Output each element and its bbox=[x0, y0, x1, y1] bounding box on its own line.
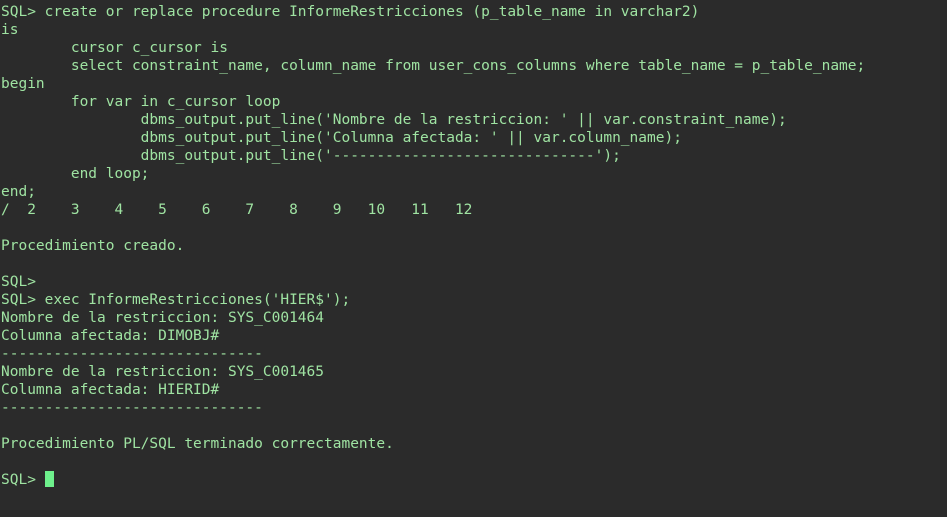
terminal-line-23: ------------------------------ bbox=[1, 400, 263, 416]
terminal-line-20: ------------------------------ bbox=[1, 346, 263, 362]
terminal-line-10: end loop; bbox=[1, 166, 150, 182]
terminal-line-7: dbms_output.put_line('Nombre de la restr… bbox=[1, 112, 787, 128]
terminal-line-24 bbox=[1, 417, 947, 435]
terminal-line-2: is bbox=[1, 22, 19, 38]
terminal-line-16: SQL> bbox=[1, 274, 36, 290]
terminal-input-line[interactable]: SQL> bbox=[1, 471, 947, 489]
terminal-line-22: Columna afectada: HIERID# bbox=[1, 382, 220, 398]
terminal-line-6: for var in c_cursor loop bbox=[1, 94, 281, 110]
terminal-line-1: SQL> create or replace procedure Informe… bbox=[1, 4, 700, 20]
terminal-line-19: Columna afectada: DIMOBJ# bbox=[1, 328, 220, 344]
terminal-line-5: begin bbox=[1, 76, 45, 92]
terminal-line-15 bbox=[1, 255, 947, 273]
text-cursor bbox=[44, 471, 54, 487]
terminal-line-14: Procedimiento creado. bbox=[1, 238, 185, 254]
terminal-line-12: / 2 3 4 5 6 7 8 9 10 11 12 bbox=[1, 202, 473, 218]
terminal-line-4: select constraint_name, column_name from… bbox=[1, 58, 866, 74]
sql-prompt: SQL> bbox=[1, 472, 45, 488]
terminal-line-25: Procedimiento PL/SQL terminado correctam… bbox=[1, 436, 394, 452]
terminal-line-26 bbox=[1, 453, 947, 471]
terminal-line-17: SQL> exec InformeRestricciones('HIER$'); bbox=[1, 292, 351, 308]
terminal-line-8: dbms_output.put_line('Columna afectada: … bbox=[1, 130, 682, 146]
terminal-line-11: end; bbox=[1, 184, 36, 200]
terminal-line-3: cursor c_cursor is bbox=[1, 40, 228, 56]
terminal-line-9: dbms_output.put_line('------------------… bbox=[1, 148, 621, 164]
terminal-window[interactable]: SQL> create or replace procedure Informe… bbox=[0, 0, 947, 517]
terminal-line-18: Nombre de la restriccion: SYS_C001464 bbox=[1, 310, 325, 326]
terminal-line-21: Nombre de la restriccion: SYS_C001465 bbox=[1, 364, 325, 380]
terminal-line-13 bbox=[1, 219, 947, 237]
